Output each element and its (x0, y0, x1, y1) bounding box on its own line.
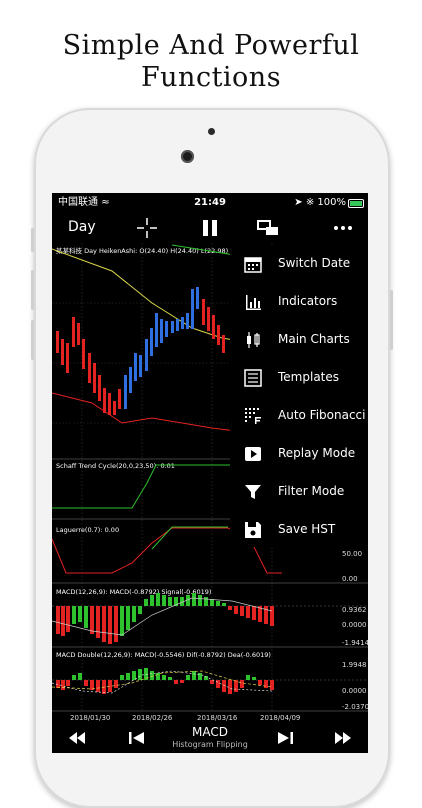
date-label-1: 2018/01/30 (70, 714, 110, 722)
schaff-panel-label: Schaff Trend Cycle(20,0,23,50): 0.01 (56, 462, 175, 470)
front-camera-icon (181, 150, 194, 163)
date-label-4: 2018/04/09 (260, 714, 300, 722)
filter-icon (245, 485, 261, 499)
laguerre-axis-bottom: 0.00 (342, 575, 358, 583)
top-toolbar: Day (52, 213, 368, 243)
headline-line-2: Functions (140, 62, 282, 93)
macd-double-axis-mid: 0.0000 (342, 687, 367, 695)
more-icon[interactable] (331, 216, 355, 240)
template-icon (244, 369, 262, 387)
status-bar: 中国联通 ≈ 21:49 ➤ ※ 100% (52, 193, 368, 213)
bar-chart-icon (246, 295, 261, 310)
mute-switch (31, 228, 34, 252)
volume-up-button (31, 270, 34, 310)
crosshair-icon[interactable] (135, 216, 159, 240)
skip-to-end-icon[interactable] (334, 730, 352, 746)
period-button[interactable]: Day (68, 219, 96, 235)
menu-item-label: Save HST (278, 522, 336, 536)
fibonacci-icon (245, 408, 261, 424)
macd-double-axis-bottom: -2.0370 (342, 703, 368, 711)
menu-item-replay-mode[interactable]: Replay Mode (230, 435, 368, 473)
menu-item-main-charts[interactable]: Main Charts (230, 321, 368, 359)
calendar-icon (244, 257, 262, 273)
proximity-sensor (208, 128, 215, 135)
pause-icon[interactable] (198, 216, 222, 240)
bluetooth-icon: ※ (305, 197, 315, 208)
play-icon (245, 447, 261, 461)
menu-item-filter-mode[interactable]: Filter Mode (230, 473, 368, 511)
heikin-ashi-candles (56, 287, 225, 415)
macd-histogram (56, 593, 274, 644)
menu-item-label: Filter Mode (278, 484, 345, 498)
laguerre-axis-top: 50.00 (342, 550, 362, 558)
battery-percent: ➤ ※ 100% (294, 197, 346, 208)
window-layout-icon[interactable] (256, 216, 280, 240)
menu-item-label: Indicators (278, 294, 338, 308)
power-button (390, 290, 393, 350)
step-back-icon[interactable] (128, 730, 146, 746)
macd-double-panel-label: MACD Double(12,26,9): MACD(-0.5546) Dif(… (56, 651, 271, 659)
menu-item-label: Auto Fibonacci (278, 408, 366, 422)
schaff-trend-line (52, 464, 230, 509)
laguerre-green-line (151, 526, 228, 550)
indicator-title[interactable]: MACD (152, 725, 268, 739)
battery-icon (348, 199, 364, 208)
macd-double-axis-top: 1.9948 (342, 661, 367, 669)
bottom-toolbar: MACD Histogram Flipping (52, 723, 368, 753)
macd-axis-top: 0.9362 (342, 606, 367, 614)
macd-double-histogram (56, 668, 274, 694)
menu-item-save-hst[interactable]: Save HST (230, 511, 368, 549)
volume-down-button (31, 320, 34, 360)
options-menu: Switch Date Indicators Main Charts Templ… (230, 245, 368, 547)
menu-item-auto-fibonacci[interactable]: Auto Fibonacci (230, 397, 368, 435)
indicator-subtitle: Histogram Flipping (172, 740, 248, 749)
menu-item-label: Replay Mode (278, 446, 356, 460)
menu-item-label: Templates (278, 370, 340, 384)
date-label-3: 2018/03/16 (197, 714, 238, 722)
skip-to-start-icon[interactable] (68, 730, 86, 746)
macd-axis-mid: 0.0000 (342, 621, 367, 629)
main-panel-label: 某某科技 Day HeikenAshi: O(24.40) H(24.40) L… (56, 246, 239, 255)
headline: Simple And Powerful Functions (0, 30, 422, 94)
menu-item-label: Main Charts (278, 332, 350, 346)
menu-item-indicators[interactable]: Indicators (230, 283, 368, 321)
menu-item-switch-date[interactable]: Switch Date (230, 245, 368, 283)
candlestick-icon (247, 332, 260, 348)
menu-item-templates[interactable]: Templates (230, 359, 368, 397)
macd-panel-label: MACD(12,26,9): MACD(-0.8792) Signal(-0.6… (56, 588, 211, 596)
macd-axis-bottom: -1.9414 (342, 639, 368, 647)
step-forward-icon[interactable] (276, 730, 294, 746)
menu-item-label: Switch Date (278, 256, 351, 270)
date-label-2: 2018/02/26 (132, 714, 173, 722)
headline-line-1: Simple And Powerful (62, 30, 360, 61)
location-icon: ➤ (294, 197, 303, 208)
save-icon (245, 522, 261, 538)
app-screen: 中国联通 ≈ 21:49 ➤ ※ 100% Day 某某科技 Day Heike… (52, 193, 368, 753)
laguerre-panel-label: Laguerre(0.7): 0.00 (56, 526, 119, 534)
